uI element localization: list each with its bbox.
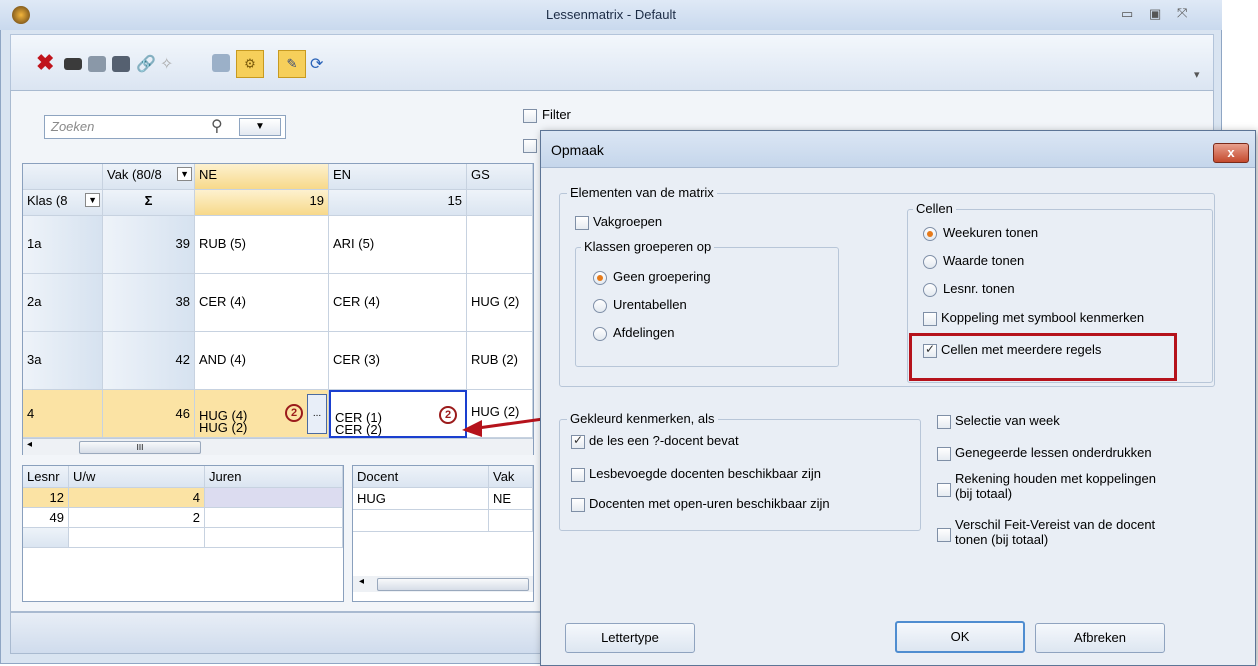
colored-option-label: Lesbevoegde docenten beschikbaar zijn <box>589 466 822 481</box>
radio-label: Urentabellen <box>613 297 687 312</box>
right-option-checkbox[interactable] <box>937 415 951 429</box>
opmaak-dialog: Opmaak x Elementen van de matrix Vakgroe… <box>540 130 1256 666</box>
font-button[interactable]: Lettertype <box>565 623 695 653</box>
radio-urentabellen[interactable] <box>593 299 607 313</box>
radio-geen-groepering[interactable] <box>593 271 607 285</box>
colored-group-label: Gekleurd kenmerken, als <box>567 411 718 426</box>
meerdere-regels-label: Cellen met meerdere regels <box>941 342 1102 357</box>
right-option-label: Selectie van week <box>955 413 1060 428</box>
radio-label: Waarde tonen <box>943 253 1025 268</box>
cells-group-label: Cellen <box>913 201 956 216</box>
radio-label: Afdelingen <box>613 325 675 340</box>
radio-weekuren[interactable] <box>923 227 937 241</box>
right-option-checkbox[interactable] <box>937 447 951 461</box>
radio-label: Geen groepering <box>613 269 711 284</box>
close-icon[interactable]: x <box>1213 143 1249 163</box>
right-option-checkbox[interactable] <box>937 483 951 497</box>
radio-waarde[interactable] <box>923 255 937 269</box>
cancel-button[interactable]: Afbreken <box>1035 623 1165 653</box>
koppeling-checkbox[interactable] <box>923 312 937 326</box>
radio-afdelingen[interactable] <box>593 327 607 341</box>
dialog-title-bar[interactable]: Opmaak x <box>541 131 1255 168</box>
koppeling-label: Koppeling met symbool kenmerken <box>941 310 1145 325</box>
radio-lesnr[interactable] <box>923 283 937 297</box>
colored-option-label: Docenten met open-uren beschikbaar zijn <box>589 496 830 511</box>
vakgroepen-checkbox[interactable] <box>575 216 589 230</box>
colored-option-checkbox[interactable] <box>571 433 585 449</box>
highlight-box <box>909 333 1177 381</box>
right-option-label: Rekening houden met koppelingen (bij tot… <box>955 471 1156 501</box>
ok-button[interactable]: OK <box>895 621 1025 653</box>
meerdere-regels-checkbox[interactable] <box>923 342 937 358</box>
colored-option-checkbox[interactable] <box>571 498 585 512</box>
radio-label: Lesnr. tonen <box>943 281 1015 296</box>
colored-option-checkbox[interactable] <box>571 468 585 482</box>
right-option-checkbox[interactable] <box>937 528 951 542</box>
right-option-label: Verschil Feit-Vereist van de docent tone… <box>955 517 1156 547</box>
colored-option-label: de les een ?-docent bevat <box>589 433 739 448</box>
radio-label: Weekuren tonen <box>943 225 1039 240</box>
right-option-label: Genegeerde lessen onderdrukken <box>955 445 1152 460</box>
elements-group-label: Elementen van de matrix <box>567 185 717 200</box>
dialog-title: Opmaak <box>551 142 604 158</box>
vakgroepen-label: Vakgroepen <box>593 214 663 229</box>
group-by-label: Klassen groeperen op <box>581 239 715 254</box>
